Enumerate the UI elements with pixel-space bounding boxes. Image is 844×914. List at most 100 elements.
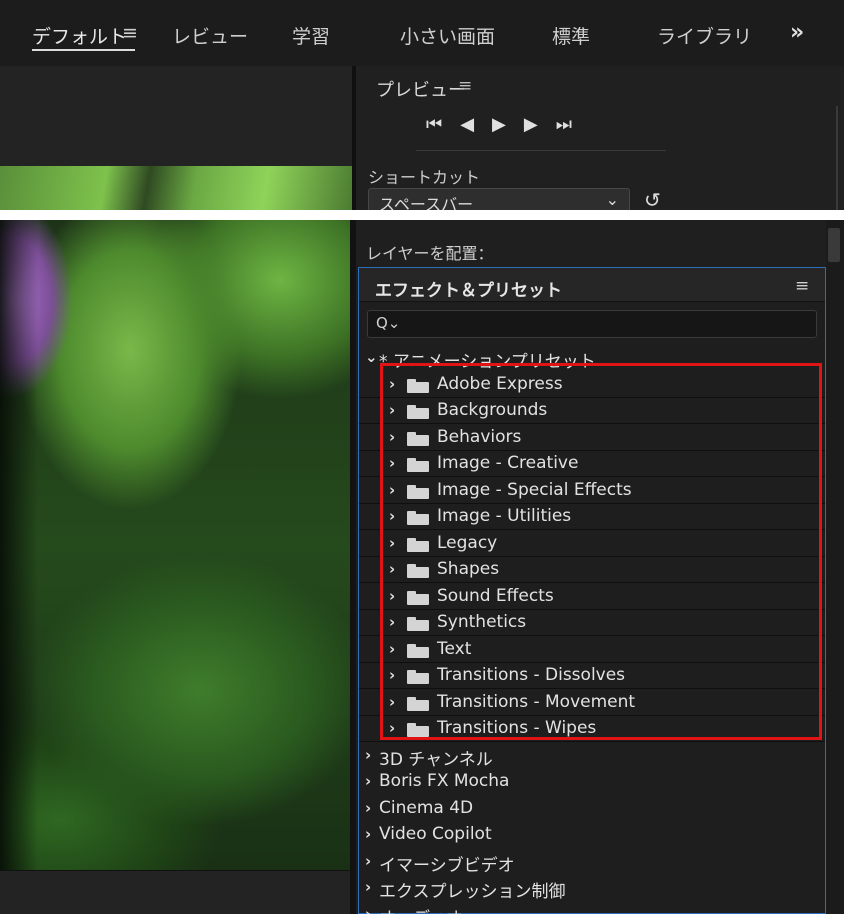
preview-title[interactable]: プレビュー	[376, 76, 466, 102]
first-frame-icon[interactable]: ⏮	[426, 114, 442, 135]
tree-item-effect-category[interactable]: › Video Copilot	[359, 822, 825, 848]
chevron-right-icon[interactable]: ›	[389, 560, 395, 578]
tree-item-preset-folder[interactable]: › Shapes	[359, 557, 825, 583]
chevron-right-icon[interactable]: ›	[389, 481, 395, 499]
preview-panel: プレビュー ≡ ⏮ ◀ ▶ ▶ ⏭ ショートカット スペースバー ⌄ ↺	[356, 66, 844, 210]
chevron-right-icon[interactable]: ›	[365, 799, 371, 817]
chevron-right-icon[interactable]: ›	[389, 587, 395, 605]
chevron-right-icon[interactable]: ›	[389, 613, 395, 631]
next-frame-icon[interactable]: ▶	[524, 114, 538, 135]
tree-item-effect-category[interactable]: › イマーシブビデオ	[359, 849, 825, 876]
tree-item-preset-folder[interactable]: › Text	[359, 637, 825, 663]
chevron-right-icon[interactable]: ›	[365, 852, 371, 870]
tree-item-preset-folder[interactable]: › Legacy	[359, 531, 825, 557]
tree-item-label: Sound Effects	[437, 585, 554, 606]
folder-icon	[407, 511, 429, 525]
folder-icon	[407, 537, 429, 552]
tree-item-animation-presets[interactable]: ⌄ * アニメーションプリセット	[359, 345, 825, 372]
tree-item-label: Shapes	[437, 559, 500, 579]
tree-item-preset-folder[interactable]: › Behaviors	[359, 425, 825, 451]
tree-item-preset-folder[interactable]: › Synthetics	[359, 610, 825, 636]
last-frame-icon[interactable]: ⏭	[556, 114, 572, 135]
workspace-tab-libraries[interactable]: ライブラリ	[657, 22, 752, 49]
tree-item-label: Adobe Express	[437, 373, 563, 394]
tree-item-preset-folder[interactable]: › Sound Effects	[359, 584, 825, 610]
panel-scrollbar[interactable]	[826, 220, 844, 914]
tree-item-preset-folder[interactable]: › Image - Creative	[359, 451, 825, 477]
chevron-right-icon[interactable]: ›	[365, 772, 371, 790]
tree-item-label: Transitions - Dissolves	[437, 665, 626, 685]
reset-icon[interactable]: ↺	[644, 188, 661, 210]
effects-panel-menu-icon[interactable]: ≡	[795, 276, 809, 296]
previous-frame-icon[interactable]: ◀	[460, 114, 474, 135]
chevron-right-icon[interactable]: ›	[365, 825, 371, 843]
tree-item-label: オーディオ	[379, 904, 463, 914]
top-screenshot: デフォルト ≡ レビュー 学習 小さい画面 標準 ライブラリ » プレビュー ≡…	[0, 0, 844, 210]
tree-item-effect-category[interactable]: › Boris FX Mocha	[359, 769, 825, 795]
workspace-tab-standard[interactable]: 標準	[552, 22, 590, 49]
folder-icon	[407, 643, 429, 658]
chevron-right-icon[interactable]: ›	[389, 401, 395, 419]
tree-item-preset-folder[interactable]: › Transitions - Wipes	[359, 716, 825, 742]
tree-item-label: イマーシブビデオ	[379, 855, 515, 876]
tree-item-effect-category[interactable]: › エクスプレッション制御	[359, 875, 825, 902]
workspace-tab-default[interactable]: デフォルト	[32, 22, 127, 49]
tree-item-preset-folder[interactable]: › Image - Utilities	[359, 504, 825, 530]
chevron-right-icon[interactable]: ›	[389, 640, 395, 658]
workspace-tab-small-screen[interactable]: 小さい画面	[400, 22, 495, 49]
scrollbar-thumb[interactable]	[828, 228, 840, 262]
chevron-right-icon[interactable]: ›	[389, 454, 395, 472]
chevron-right-icon[interactable]: ›	[365, 878, 371, 896]
panel-divider-bottom[interactable]	[350, 220, 356, 914]
chevron-right-icon[interactable]: ›	[389, 375, 395, 393]
viewer-footer	[0, 870, 350, 914]
composition-viewer	[0, 220, 350, 870]
tree-item-effect-category[interactable]: › Cinema 4D	[359, 796, 825, 822]
chevron-right-icon[interactable]: ›	[389, 534, 395, 552]
effects-panel-title[interactable]: エフェクト＆プリセット	[375, 276, 562, 301]
chevron-right-icon[interactable]: ›	[389, 666, 395, 684]
chevron-right-icon[interactable]: ›	[365, 746, 371, 764]
chevron-right-icon[interactable]: ›	[389, 507, 395, 525]
screenshot-gap	[0, 210, 844, 220]
leaf-image-top	[0, 166, 352, 210]
workspace-bar: デフォルト ≡ レビュー 学習 小さい画面 標準 ライブラリ »	[0, 0, 844, 66]
effects-search-input[interactable]: Q⌄	[367, 310, 817, 338]
effects-panel-header: エフェクト＆プリセット ≡	[359, 268, 825, 302]
preview-menu-icon[interactable]: ≡	[458, 76, 472, 96]
chevron-right-icon[interactable]: ›	[389, 693, 395, 711]
tree-item-label: Synthetics	[437, 612, 527, 632]
chevron-right-icon[interactable]: ›	[365, 905, 371, 914]
tree-item-preset-folder[interactable]: › Image - Special Effects	[359, 478, 825, 504]
tree-item-label: Text	[437, 638, 472, 659]
folder-icon	[407, 564, 429, 578]
tree-item-preset-folder[interactable]: › Transitions - Movement	[359, 690, 825, 716]
workspace-menu-icon[interactable]: ≡	[122, 22, 138, 44]
tree-item-label: Image - Special Effects	[437, 479, 632, 500]
tree-item-preset-folder[interactable]: › Adobe Express	[359, 372, 825, 398]
bottom-screenshot: レイヤーを配置： エフェクト＆プリセット ≡ Q⌄ ⌄ * アニメーションプリセッ…	[0, 220, 844, 914]
folder-icon	[407, 696, 429, 711]
folder-icon	[407, 670, 429, 684]
chevron-down-icon[interactable]: ⌄	[365, 348, 378, 366]
tree-item-label: Transitions - Movement	[437, 691, 636, 712]
workspace-tab-review[interactable]: レビュー	[172, 22, 248, 49]
tree-item-preset-folder[interactable]: › Backgrounds	[359, 398, 825, 424]
play-icon[interactable]: ▶	[492, 114, 506, 135]
playback-controls: ⏮ ◀ ▶ ▶ ⏭	[426, 114, 572, 135]
search-icon[interactable]: Q⌄	[376, 314, 400, 332]
shortcut-select-value: スペースバー	[379, 195, 474, 210]
tree-item-effect-category[interactable]: › 3D チャンネル	[359, 743, 825, 770]
composition-viewer-top	[0, 66, 352, 210]
folder-icon	[407, 458, 429, 472]
tree-item-label: エクスプレッション制御	[379, 882, 566, 902]
folder-icon	[407, 405, 429, 419]
tree-item-preset-folder[interactable]: › Transitions - Dissolves	[359, 663, 825, 689]
chevron-right-icon[interactable]: ›	[389, 719, 395, 737]
workspace-tab-learn[interactable]: 学習	[292, 22, 330, 49]
viewer-shadow	[0, 220, 38, 870]
chevron-right-icon[interactable]: ›	[389, 428, 395, 446]
shortcut-select[interactable]: スペースバー ⌄	[368, 188, 630, 210]
tree-item-effect-category[interactable]: › オーディオ	[359, 902, 825, 914]
more-workspaces-icon[interactable]: »	[790, 20, 804, 45]
